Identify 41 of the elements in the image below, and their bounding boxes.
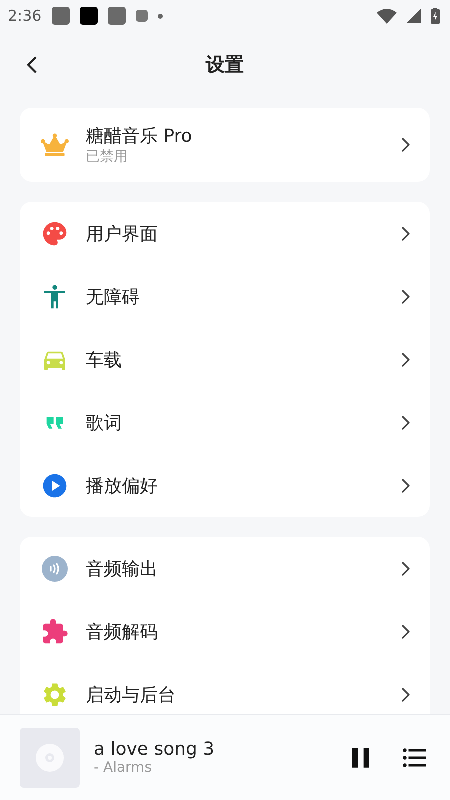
battery-icon <box>431 8 440 24</box>
status-time: 2:36 <box>8 7 42 25</box>
chevron-icon <box>402 562 410 576</box>
item-label: 无障碍 <box>86 286 141 308</box>
chevron-icon <box>402 226 410 240</box>
chevron-icon <box>402 688 410 702</box>
notification-icon <box>80 7 98 25</box>
item-label: 车载 <box>86 348 123 372</box>
item-label: 歌词 <box>86 412 123 434</box>
settings-item[interactable]: 用户界面 <box>20 202 430 265</box>
page-title: 设置 <box>206 53 244 78</box>
signal-icon <box>407 9 421 23</box>
pro-card[interactable]: 糖醋音乐 Pro 已禁用 <box>20 108 430 182</box>
crown-icon <box>41 131 69 159</box>
notification-icon <box>108 7 126 25</box>
chevron-icon <box>402 478 410 492</box>
notification-dot-icon <box>158 14 163 18</box>
item-label: 用户界面 <box>86 222 159 246</box>
settings-item[interactable]: 播放偏好 <box>20 454 430 517</box>
item-label: 音频解码 <box>86 620 159 644</box>
settings-item[interactable]: 无障碍 <box>20 265 430 328</box>
chevron-icon <box>402 138 410 152</box>
song-title: a love song 3 <box>94 739 216 760</box>
settings-item[interactable]: 音频解码 <box>20 600 430 663</box>
item-label: 启动与后台 <box>86 684 177 706</box>
settings-item[interactable]: 歌词 <box>20 391 430 454</box>
settings-item[interactable]: 音频输出 <box>20 537 430 600</box>
settings-item[interactable]: 车载 <box>20 328 430 391</box>
item-label: 播放偏好 <box>86 474 159 498</box>
pro-status: 已禁用 <box>86 148 129 166</box>
chevron-icon <box>402 416 410 430</box>
song-artist: - Alarms <box>94 760 153 776</box>
wifi-icon <box>377 8 397 24</box>
settings-item[interactable]: 启动与后台 <box>20 663 430 714</box>
chevron-icon <box>402 624 410 638</box>
notification-icon <box>52 7 70 25</box>
item-label: 音频输出 <box>86 558 159 580</box>
pro-title: 糖醋音乐 Pro <box>86 125 194 148</box>
chevron-icon <box>402 352 410 366</box>
notification-icon <box>136 10 148 22</box>
chevron-icon <box>402 290 410 304</box>
